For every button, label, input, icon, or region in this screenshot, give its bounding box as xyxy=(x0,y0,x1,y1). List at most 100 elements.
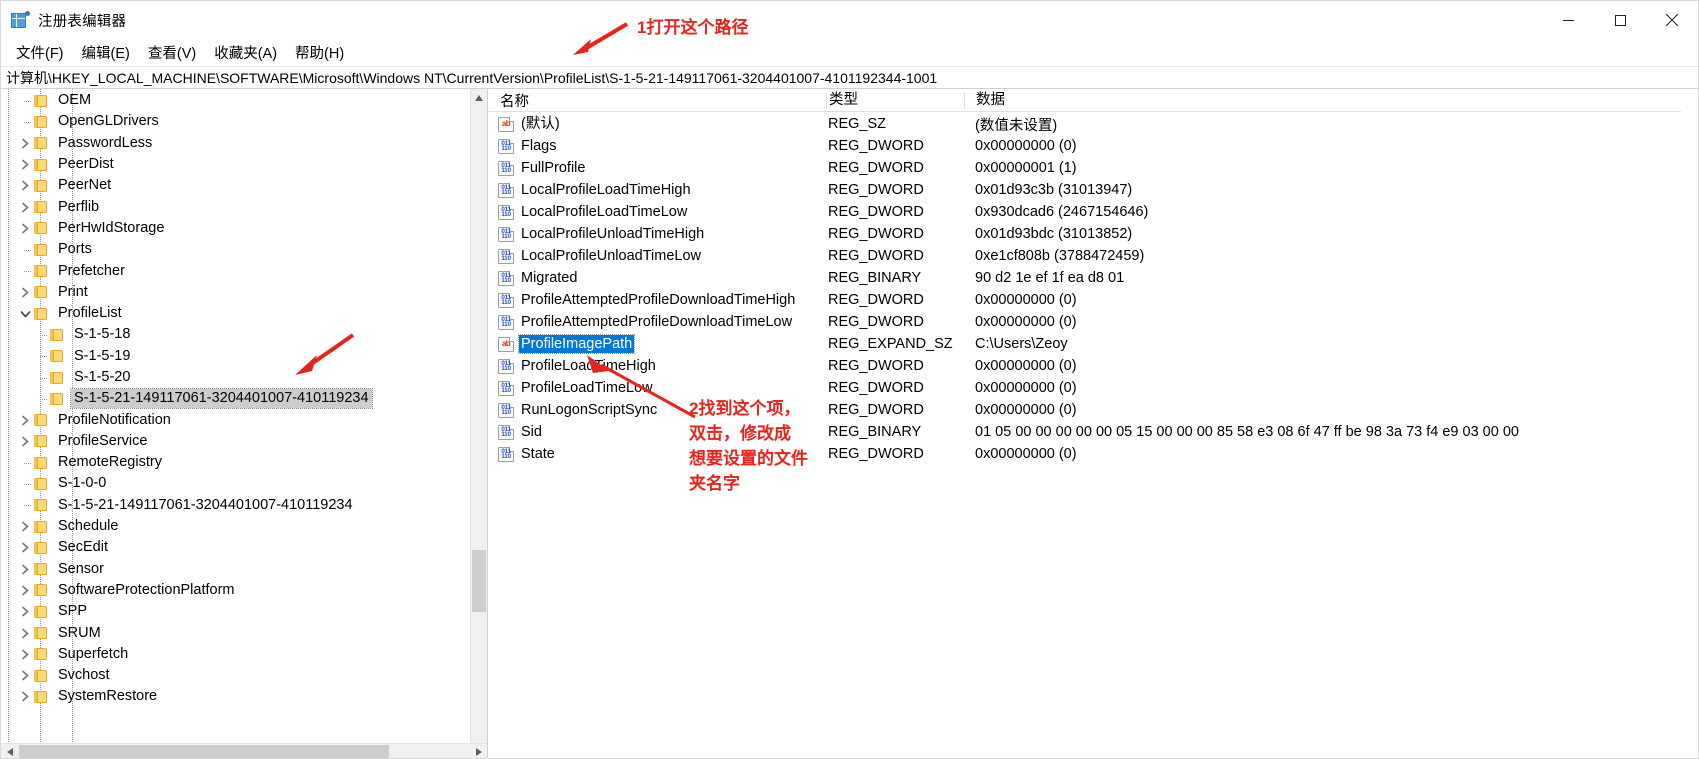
tree-item-peernet[interactable]: PeerNet xyxy=(1,175,471,196)
tree-item-profilenotification[interactable]: ProfileNotification xyxy=(1,409,471,430)
close-button[interactable] xyxy=(1646,1,1698,39)
address-bar[interactable]: 计算机\HKEY_LOCAL_MACHINE\SOFTWARE\Microsof… xyxy=(1,66,1698,89)
chevron-right-icon[interactable] xyxy=(17,180,33,191)
tree-item-print[interactable]: Print xyxy=(1,282,471,303)
table-row[interactable]: 011 110 ProfileLoadTimeHigh REG_DWORD 0x0000… xyxy=(488,355,1698,377)
value-name-cell: 011 110 ProfileAttemptedProfileDownloadTim… xyxy=(488,313,826,331)
scroll-up-arrow[interactable] xyxy=(471,89,487,106)
tree-item-perhwidstorage[interactable]: PerHwIdStorage xyxy=(1,218,471,239)
chevron-right-icon[interactable] xyxy=(17,521,33,532)
value-name-text: LocalProfileUnloadTimeHigh xyxy=(521,226,705,242)
tree-item-opengldrivers[interactable]: OpenGLDrivers xyxy=(1,111,471,132)
scroll-left-arrow[interactable] xyxy=(1,744,18,758)
value-name-text: LocalProfileUnloadTimeLow xyxy=(521,248,701,264)
tree-item-prefetcher[interactable]: Prefetcher xyxy=(1,260,471,281)
value-type-cell: REG_DWORD xyxy=(828,226,924,242)
column-header-data[interactable]: 数据 xyxy=(964,91,1698,109)
table-row[interactable]: 011 110 ProfileLoadTimeLow REG_DWORD 0x00000… xyxy=(488,377,1698,399)
tree-item-spp[interactable]: SPP xyxy=(1,601,471,622)
tree-item-s-1-5-19[interactable]: S-1-5-19 xyxy=(1,346,471,367)
tree-item-label: Superfetch xyxy=(58,645,129,662)
tree-scroll-thumb[interactable] xyxy=(472,550,486,612)
menu-favorites[interactable]: 收藏夹(A) xyxy=(205,39,286,66)
tree-item-label: SPP xyxy=(58,603,88,620)
chevron-right-icon[interactable] xyxy=(17,414,33,426)
tree-item-srum[interactable]: SRUM xyxy=(1,622,471,643)
menu-view[interactable]: 查看(V) xyxy=(139,39,205,66)
tree-item-label: ProfileNotification xyxy=(58,411,171,428)
tree-item-s-1-5-21-149117061-3204401007-410119234[interactable]: S-1-5-21-149117061-3204401007-410119234 xyxy=(1,388,471,410)
table-row[interactable]: 011 110 Migrated REG_BINARY 90 d2 1e ef 1f e… xyxy=(488,267,1698,289)
tree-item-remoteregistry[interactable]: RemoteRegistry xyxy=(1,452,471,473)
menu-edit[interactable]: 编辑(E) xyxy=(73,39,139,66)
tree-item-systemrestore[interactable]: SystemRestore xyxy=(1,686,471,707)
scroll-right-arrow[interactable] xyxy=(470,744,487,758)
chevron-right-icon[interactable] xyxy=(17,436,33,447)
tree-item-label: SoftwareProtectionPlatform xyxy=(58,581,235,598)
tree-item-superfetch[interactable]: Superfetch xyxy=(1,644,471,665)
tree-vertical-scrollbar[interactable] xyxy=(470,89,487,758)
chevron-right-icon[interactable] xyxy=(17,585,33,596)
tree-item-secedit[interactable]: SecEdit xyxy=(1,537,471,558)
chevron-down-icon[interactable] xyxy=(17,310,33,318)
tree-item-profileservice[interactable]: ProfileService xyxy=(1,431,471,452)
tree-item-perflib[interactable]: Perflib xyxy=(1,196,471,217)
tree-item-softwareprotectionplatform[interactable]: SoftwareProtectionPlatform xyxy=(1,580,471,601)
tree-item-sensor[interactable]: Sensor xyxy=(1,559,471,580)
tree-item-schedule[interactable]: Schedule xyxy=(1,516,471,537)
chevron-right-icon[interactable] xyxy=(17,691,33,703)
menu-file[interactable]: 文件(F) xyxy=(7,39,73,66)
tree-item-profilelist[interactable]: ProfileList xyxy=(1,303,471,324)
binary-value-icon: 011 110 xyxy=(498,138,514,154)
chevron-right-icon[interactable] xyxy=(17,542,33,553)
tree-item-svchost[interactable]: Svchost xyxy=(1,665,471,686)
table-row[interactable]: 011 110 Sid REG_BINARY 01 05 00 00 00 00 00 … xyxy=(488,421,1698,443)
maximize-button[interactable] xyxy=(1594,1,1646,39)
table-row[interactable]: 011 110 RunLogonScriptSync REG_DWORD 0x00000… xyxy=(488,399,1698,421)
chevron-right-icon[interactable] xyxy=(17,202,33,213)
table-row[interactable]: 011 110 FullProfile REG_DWORD 0x00000001 (1) xyxy=(488,157,1698,179)
tree-item-s-1-5-21-149117061-3204401007-410119234[interactable]: S-1-5-21-149117061-3204401007-410119234 xyxy=(1,495,471,516)
menu-help[interactable]: 帮助(H) xyxy=(286,39,353,66)
column-header-name[interactable]: 名称 xyxy=(488,90,826,111)
values-vertical-scrollbar[interactable] xyxy=(1681,89,1698,758)
value-name-cell: 011 110 ProfileLoadTimeLow xyxy=(488,379,826,397)
table-row[interactable]: 011 110 State REG_DWORD 0x00000000 (0) xyxy=(488,443,1698,465)
tree-item-oem[interactable]: OEM xyxy=(1,90,471,111)
chevron-right-icon[interactable] xyxy=(17,627,33,639)
tree-item-s-1-5-20[interactable]: S-1-5-20 xyxy=(1,367,471,388)
chevron-right-icon[interactable] xyxy=(17,564,33,575)
value-name-cell: 011 110 Migrated xyxy=(488,269,826,287)
tree-item-label: ProfileList xyxy=(58,305,122,322)
table-row[interactable]: ab ProfileImagePath REG_EXPAND_SZ C:\Users\… xyxy=(488,333,1698,355)
chevron-right-icon[interactable] xyxy=(17,670,33,681)
chevron-right-icon[interactable] xyxy=(17,606,33,617)
table-row[interactable]: 011 110 LocalProfileLoadTimeLow REG_DWORD 0x… xyxy=(488,201,1698,223)
table-row[interactable]: 011 110 ProfileAttemptedProfileDownloadTim… xyxy=(488,311,1698,333)
tree-item-label: S-1-5-18 xyxy=(74,326,131,343)
tree-item-passwordless[interactable]: PasswordLess xyxy=(1,133,471,154)
registry-values-list[interactable]: ab (默认) REG_SZ (数值未设置) 011 110 Flags REG_DWORD 0… xyxy=(488,112,1698,465)
minimize-button[interactable] xyxy=(1542,1,1594,39)
table-row[interactable]: 011 110 LocalProfileUnloadTimeLow REG_DWORD… xyxy=(488,245,1698,267)
tree-hscroll-thumb[interactable] xyxy=(19,745,389,758)
column-header-type[interactable]: 类型 xyxy=(826,91,964,109)
chevron-right-icon[interactable] xyxy=(17,287,33,298)
chevron-right-icon[interactable] xyxy=(17,223,33,234)
chevron-right-icon[interactable] xyxy=(17,159,33,170)
tree-horizontal-scrollbar[interactable] xyxy=(1,743,487,758)
tree-item-s-1-5-18[interactable]: S-1-5-18 xyxy=(1,324,471,345)
table-row[interactable]: 011 110 LocalProfileLoadTimeHigh REG_DWORD 0… xyxy=(488,179,1698,201)
chevron-right-icon[interactable] xyxy=(17,649,33,660)
folder-icon xyxy=(33,498,49,512)
registry-tree[interactable]: OEM OpenGLDrivers PasswordLess PeerDist Peer… xyxy=(1,89,471,708)
table-row[interactable]: ab (默认) REG_SZ (数值未设置) xyxy=(488,113,1698,135)
value-data-cell: 0x00000001 (1) xyxy=(975,160,1077,176)
tree-item-s-1-0-0[interactable]: S-1-0-0 xyxy=(1,473,471,494)
chevron-right-icon[interactable] xyxy=(17,138,33,149)
table-row[interactable]: 011 110 ProfileAttemptedProfileDownloadTim… xyxy=(488,289,1698,311)
tree-item-ports[interactable]: Ports xyxy=(1,239,471,260)
table-row[interactable]: 011 110 Flags REG_DWORD 0x00000000 (0) xyxy=(488,135,1698,157)
table-row[interactable]: 011 110 LocalProfileUnloadTimeHigh REG_DWOR… xyxy=(488,223,1698,245)
tree-item-peerdist[interactable]: PeerDist xyxy=(1,154,471,175)
